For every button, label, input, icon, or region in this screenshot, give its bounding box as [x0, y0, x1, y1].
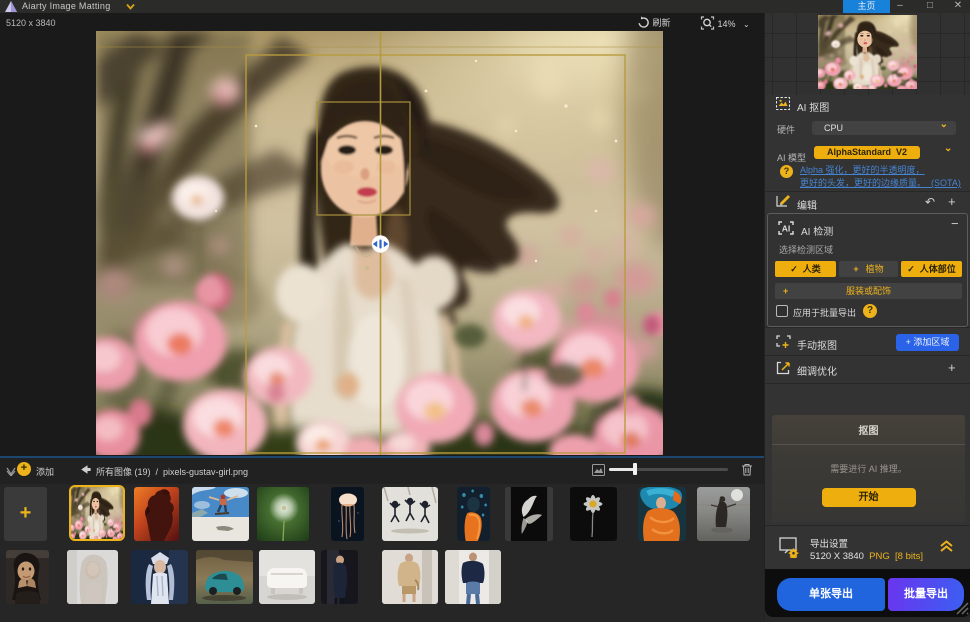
svg-text:AI: AI — [782, 224, 791, 234]
